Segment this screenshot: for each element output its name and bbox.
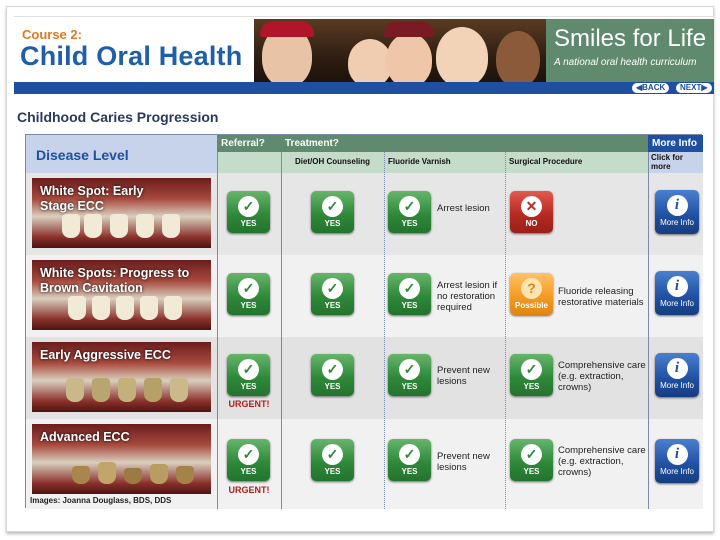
varnish-note: Arrest lesion if no restoration required [437,280,498,313]
surgical-yes-badge: ✓ YES [510,439,553,481]
referral-subheader [217,152,281,173]
surgical-note: Comprehensive care (e.g. extraction, cro… [558,360,646,393]
checkmark-icon: ✓ [521,359,542,380]
varnish-yes-badge: ✓ YES [388,439,431,481]
next-arrow-icon: ▶ [701,83,708,92]
treatment-header: Treatment? [281,135,648,152]
checkmark-icon: ✓ [238,196,259,217]
counseling-yes-badge: ✓ YES [311,354,354,396]
disease-label: Advanced ECC [40,430,130,444]
referral-yes-badge: ✓ YES [227,273,270,315]
info-icon: i [666,444,688,465]
info-icon: i [666,358,688,379]
next-button[interactable]: NEXT▶ [676,83,712,93]
counseling-yes-badge: ✓ YES [311,273,354,315]
info-icon: i [666,195,688,216]
column-divider [217,152,218,509]
header-nav-bar [14,82,714,94]
referral-yes-badge: ✓ YES [227,439,270,481]
more-info-button[interactable]: i More Info [655,271,699,315]
course-header: Course 2: Child Oral Health Smiles for L… [14,16,714,83]
more-info-button[interactable]: i More Info [655,353,699,397]
tooth-photo-advanced: Advanced ECC [32,424,211,494]
counseling-subheader: Diet/OH Counseling [281,152,384,173]
more-info-button[interactable]: i More Info [655,190,699,234]
course-title: Child Oral Health [20,41,243,71]
varnish-note: Prevent new lesions [437,365,490,387]
disease-label: White Spots: Progress to Brown Cavitatio… [40,266,190,295]
urgent-label: URGENT! [228,399,270,409]
counseling-yes-badge: ✓ YES [311,439,354,481]
varnish-yes-badge: ✓ YES [388,273,431,315]
counseling-yes-badge: ✓ YES [311,191,354,233]
varnish-yes-badge: ✓ YES [388,191,431,233]
checkmark-icon: ✓ [322,359,343,380]
x-icon: ✕ [521,196,542,217]
varnish-yes-badge: ✓ YES [388,354,431,396]
referral-header: Referral? [217,135,281,152]
urgent-label: URGENT! [228,485,270,495]
checkmark-icon: ✓ [238,359,259,380]
disease-label: White Spot: Early Stage ECC [40,184,144,213]
checkmark-icon: ✓ [521,444,542,465]
smiles-for-life-logo: Smiles for Life A national oral health c… [546,19,714,83]
back-button[interactable]: ◀BACK [632,83,670,93]
question-icon: ? [521,278,542,299]
tooth-photo-early-aggressive: Early Aggressive ECC [32,342,211,412]
checkmark-icon: ✓ [322,444,343,465]
referral-yes-badge: ✓ YES [227,191,270,233]
surgical-subheader: Surgical Procedure [505,152,648,173]
checkmark-icon: ✓ [399,444,420,465]
more-info-button[interactable]: i More Info [655,439,699,483]
disease-level-header: Disease Level [26,135,217,173]
column-divider [505,152,506,509]
tooth-photo-brown-cavitation: White Spots: Progress to Brown Cavitatio… [32,260,211,330]
page-title: Childhood Caries Progression [17,109,219,125]
info-icon: i [666,276,688,297]
caries-progression-table: Disease Level Referral? Treatment? More … [25,134,703,509]
image-credit: Images: Joanna Douglass, BDS, DDS [30,496,172,505]
disease-label: Early Aggressive ECC [40,348,171,362]
column-divider [384,152,385,509]
checkmark-icon: ✓ [322,278,343,299]
brand-name: Smiles for Life [554,25,707,52]
surgical-note: Fluoride releasing restorative materials [558,286,644,308]
varnish-subheader: Fluoride Varnish [384,152,505,173]
click-for-more-subheader: Click for more [648,152,703,173]
checkmark-icon: ✓ [238,444,259,465]
varnish-note: Arrest lesion [437,203,490,214]
referral-yes-badge: ✓ YES [227,354,270,396]
brand-tagline: A national oral health curriculum [554,57,697,68]
surgical-possible-badge: ? Possible [510,273,553,315]
surgical-note: Comprehensive care (e.g. extraction, cro… [558,445,646,478]
varnish-note: Prevent new lesions [437,451,490,473]
surgical-yes-badge: ✓ YES [510,354,553,396]
checkmark-icon: ✓ [399,196,420,217]
column-divider [648,152,649,509]
column-divider [281,152,282,509]
surgical-no-badge: ✕ NO [510,191,553,233]
course-label: Course 2: [22,27,82,42]
checkmark-icon: ✓ [399,278,420,299]
checkmark-icon: ✓ [399,359,420,380]
children-photo-strip [254,19,546,83]
tooth-photo-white-spot: White Spot: Early Stage ECC [32,178,211,248]
checkmark-icon: ✓ [238,278,259,299]
more-info-header: More Info [648,135,703,152]
checkmark-icon: ✓ [322,196,343,217]
